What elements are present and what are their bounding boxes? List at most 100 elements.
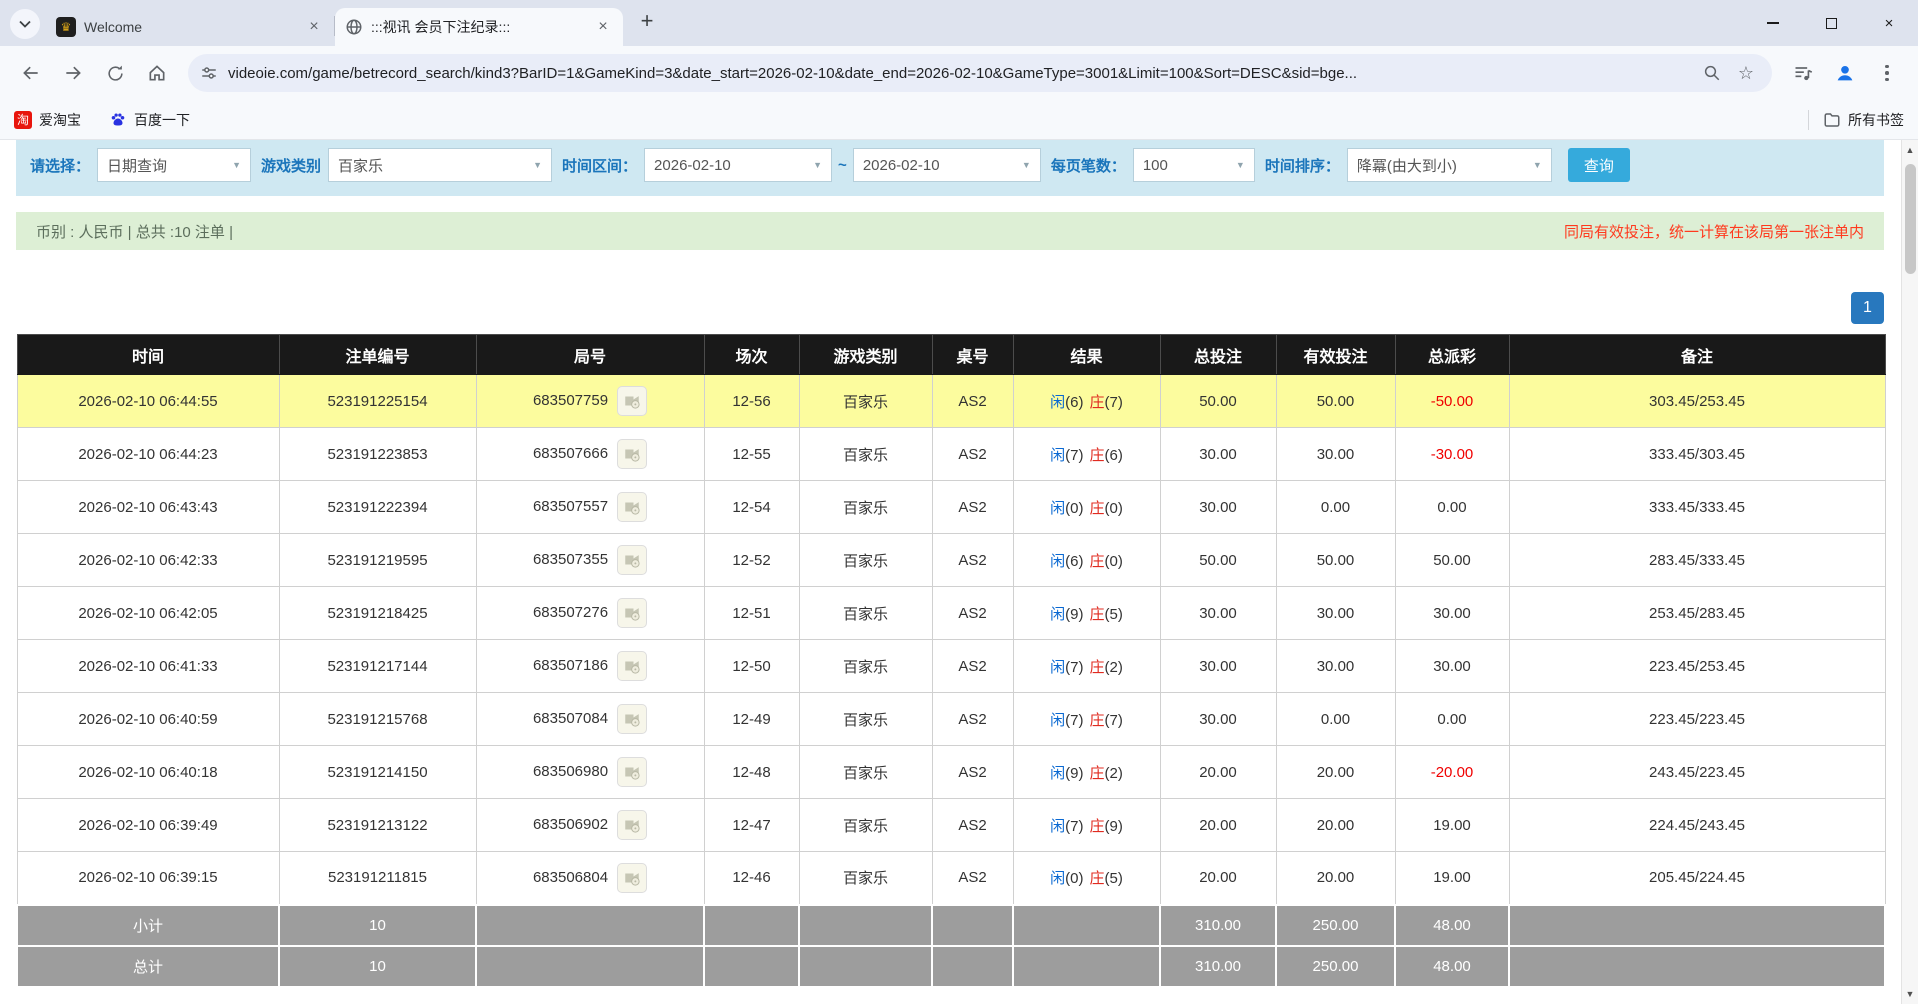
round-id: 683507355 <box>533 551 608 568</box>
subtotal-label: 小计 <box>17 905 279 946</box>
video-replay-icon[interactable] <box>617 598 647 628</box>
game-kind-value: 百家乐 <box>338 155 383 176</box>
media-control-button[interactable] <box>1786 56 1820 90</box>
result-player-label: 闲 <box>1050 447 1065 464</box>
scroll-down-icon[interactable]: ▼ <box>1902 989 1918 999</box>
valid-bet: 20.00 <box>1276 799 1395 852</box>
column-header: 游戏类别 <box>799 335 932 375</box>
total-bet-link[interactable]: 20.00 <box>1160 799 1276 852</box>
close-window-button[interactable]: × <box>1860 0 1918 46</box>
game-kind: 百家乐 <box>799 799 932 852</box>
column-header: 注单编号 <box>279 335 476 375</box>
date-start-select[interactable]: 2026-02-10 ▼ <box>644 148 832 182</box>
page-scrollbar[interactable]: ▲ ▼ <box>1901 140 1918 1004</box>
game-kind-select[interactable]: 百家乐 ▼ <box>328 148 552 182</box>
total-bet-link[interactable]: 30.00 <box>1160 640 1276 693</box>
game-kind: 百家乐 <box>799 375 932 428</box>
result-banker-score: (7) <box>1105 712 1123 729</box>
total-bet-link[interactable]: 30.00 <box>1160 481 1276 534</box>
scroll-up-icon[interactable]: ▲ <box>1902 145 1918 155</box>
footer-cell-empty <box>1013 946 1160 987</box>
result-banker-label: 庄 <box>1090 394 1105 411</box>
result-cell: 闲(0)庄(5) <box>1013 852 1160 905</box>
url-text[interactable]: videoie.com/game/betrecord_search/kind3?… <box>228 65 1692 82</box>
result-banker-score: (0) <box>1105 553 1123 570</box>
result-player-label: 闲 <box>1050 659 1065 676</box>
back-button[interactable] <box>13 55 49 91</box>
bet-time: 2026-02-10 06:44:55 <box>17 375 279 428</box>
maximize-button[interactable] <box>1802 0 1860 46</box>
remark: 333.45/333.45 <box>1509 481 1885 534</box>
video-replay-icon[interactable] <box>617 651 647 681</box>
per-page-select[interactable]: 100 ▼ <box>1133 148 1255 182</box>
site-info-icon[interactable] <box>200 64 218 82</box>
new-tab-button[interactable]: + <box>633 8 661 36</box>
session-no: 12-50 <box>704 640 799 693</box>
tab-welcome[interactable]: ♛ Welcome × <box>46 8 334 46</box>
total-bet-link[interactable]: 20.00 <box>1160 852 1276 905</box>
query-type-select[interactable]: 日期查询 ▼ <box>97 148 251 182</box>
dropdown-arrow-icon: ▼ <box>805 160 822 170</box>
back-icon <box>21 63 41 83</box>
total-label: 总计 <box>17 946 279 987</box>
video-replay-icon[interactable] <box>617 386 647 416</box>
total-bet-link[interactable]: 50.00 <box>1160 534 1276 587</box>
total-bet-link[interactable]: 30.00 <box>1160 587 1276 640</box>
zoom-button[interactable] <box>1698 59 1726 87</box>
video-replay-icon[interactable] <box>617 704 647 734</box>
total-bet-link[interactable]: 30.00 <box>1160 428 1276 481</box>
total-row: 总计 10 310.00 250.00 48.00 <box>17 946 1885 987</box>
page-button-1[interactable]: 1 <box>1851 292 1884 324</box>
round-id: 683506804 <box>533 869 608 886</box>
home-button[interactable] <box>139 55 175 91</box>
tab-search-button[interactable] <box>10 9 40 39</box>
total-bet-link[interactable]: 20.00 <box>1160 746 1276 799</box>
bet-id: 523191222394 <box>279 481 476 534</box>
currency-summary: 币别 : 人民币 | 总共 :10 注单 | <box>36 221 233 242</box>
round-id: 683507186 <box>533 657 608 674</box>
browser-menu-button[interactable] <box>1870 56 1904 90</box>
refresh-button[interactable] <box>97 55 133 91</box>
session-no: 12-56 <box>704 375 799 428</box>
bookmark-baidu[interactable]: 百度一下 <box>109 110 190 130</box>
result-banker-score: (9) <box>1105 818 1123 835</box>
bookmark-star-icon[interactable]: ☆ <box>1732 59 1760 87</box>
result-player-score: (9) <box>1065 606 1083 623</box>
result-banker-score: (5) <box>1105 870 1123 887</box>
search-button[interactable]: 查询 <box>1568 148 1630 182</box>
url-bar[interactable]: videoie.com/game/betrecord_search/kind3?… <box>188 54 1772 92</box>
table-row: 2026-02-10 06:39:49 523191213122 6835069… <box>17 799 1885 852</box>
video-replay-icon[interactable] <box>617 757 647 787</box>
date-end-select[interactable]: 2026-02-10 ▼ <box>853 148 1041 182</box>
round-id: 683506902 <box>533 816 608 833</box>
video-replay-icon[interactable] <box>617 545 647 575</box>
result-banker-score: (7) <box>1105 394 1123 411</box>
result-banker-score: (5) <box>1105 606 1123 623</box>
scrollbar-thumb[interactable] <box>1905 164 1916 274</box>
forward-button[interactable] <box>55 55 91 91</box>
result-player-score: (0) <box>1065 870 1083 887</box>
result-banker-label: 庄 <box>1090 500 1105 517</box>
kebab-menu-icon <box>1885 65 1889 82</box>
video-replay-icon[interactable] <box>617 863 647 893</box>
result-cell: 闲(6)庄(0) <box>1013 534 1160 587</box>
close-tab-icon[interactable]: × <box>593 17 613 37</box>
video-replay-icon[interactable] <box>617 810 647 840</box>
tab-bet-records[interactable]: :::视讯 会员下注纪录::: × <box>335 8 623 46</box>
result-player-score: (0) <box>1065 500 1083 517</box>
bet-id: 523191225154 <box>279 375 476 428</box>
total-bet-link[interactable]: 50.00 <box>1160 375 1276 428</box>
video-replay-icon[interactable] <box>617 492 647 522</box>
sort-select[interactable]: 降冪(由大到小) ▼ <box>1347 148 1552 182</box>
bookmark-aitaobao[interactable]: 淘 爱淘宝 <box>14 110 81 130</box>
minimize-button[interactable] <box>1744 0 1802 46</box>
profile-avatar[interactable] <box>1828 56 1862 90</box>
game-kind: 百家乐 <box>799 746 932 799</box>
close-tab-icon[interactable]: × <box>304 17 324 37</box>
total-bet-link[interactable]: 30.00 <box>1160 693 1276 746</box>
video-replay-icon[interactable] <box>617 439 647 469</box>
footer-cell-empty <box>1013 905 1160 946</box>
payout: 19.00 <box>1395 799 1509 852</box>
dropdown-arrow-icon: ▼ <box>1525 160 1542 170</box>
all-bookmarks-button[interactable]: 所有书签 <box>1808 110 1904 130</box>
